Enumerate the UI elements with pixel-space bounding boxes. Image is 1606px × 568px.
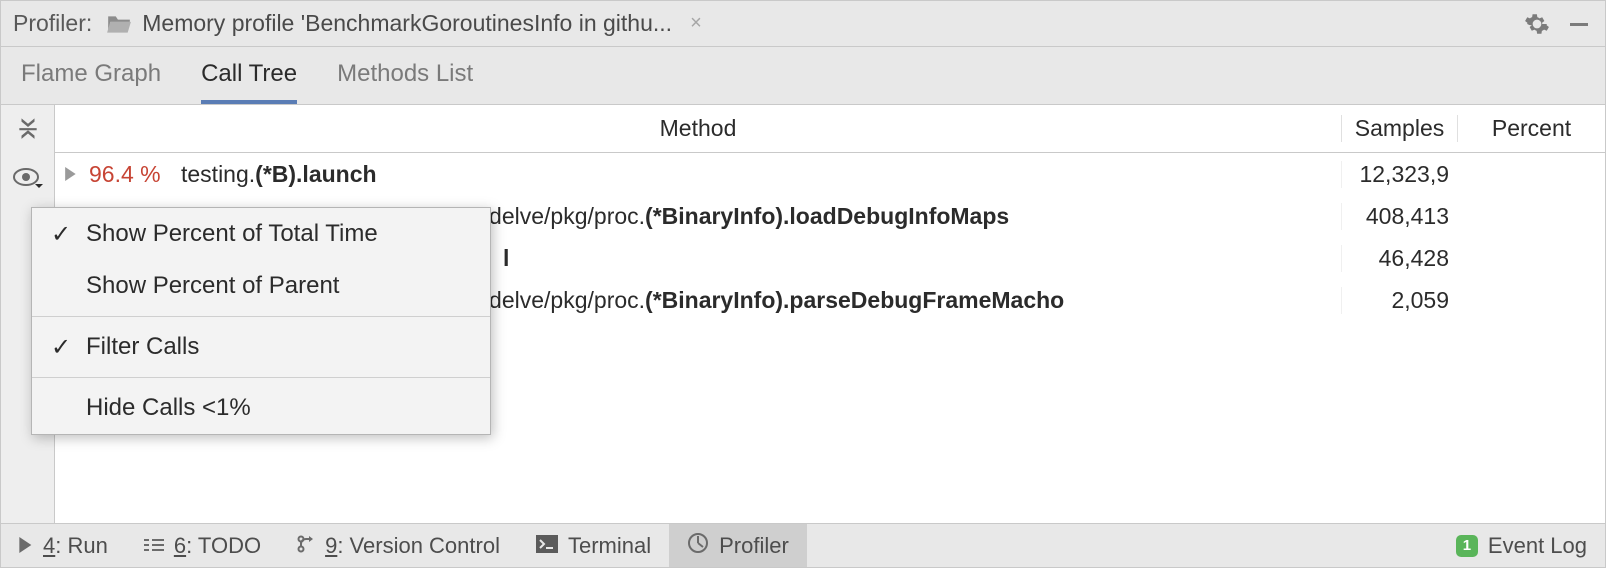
col-percent[interactable]: Percent	[1457, 115, 1605, 142]
check-icon: ✓	[50, 220, 72, 249]
call-tree-table: Method Samples Percent 96.4 % testing.(*…	[55, 105, 1605, 523]
profile-tab-label: Memory profile 'BenchmarkGoroutinesInfo …	[142, 10, 672, 37]
tool-vcs[interactable]: 9: Version Control	[279, 524, 518, 567]
col-samples[interactable]: Samples	[1341, 115, 1457, 142]
expand-icon[interactable]	[61, 164, 81, 184]
menu-show-percent-parent[interactable]: Show Percent of Parent	[32, 260, 490, 312]
samples-value: 46,428	[1341, 245, 1457, 272]
menu-show-percent-total[interactable]: ✓ Show Percent of Total Time	[32, 208, 490, 260]
collapse-all-icon[interactable]	[10, 111, 46, 143]
profiler-panel: Profiler: Memory profile 'BenchmarkGorou…	[0, 0, 1606, 568]
tool-event-log[interactable]: 1 Event Log	[1438, 524, 1605, 567]
method-name: testing.(*B).launch	[181, 161, 377, 188]
minimize-icon[interactable]	[1565, 10, 1593, 38]
tool-terminal[interactable]: Terminal	[518, 524, 669, 567]
todo-icon	[144, 533, 164, 559]
menu-separator	[32, 377, 490, 378]
menu-item-label: Show Percent of Parent	[86, 272, 339, 300]
menu-filter-calls[interactable]: ✓ Filter Calls	[32, 321, 490, 373]
view-options-popup: ✓ Show Percent of Total Time Show Percen…	[31, 207, 491, 435]
view-options-icon[interactable]	[10, 161, 46, 193]
play-icon	[19, 533, 33, 559]
close-icon[interactable]: ×	[690, 12, 702, 35]
tool-label: Profiler	[719, 533, 789, 559]
tool-label: 6: TODO	[174, 533, 261, 559]
tool-label: 9: Version Control	[325, 533, 500, 559]
menu-separator	[32, 316, 490, 317]
tool-todo[interactable]: 6: TODO	[126, 524, 279, 567]
tool-label: 4: Run	[43, 533, 108, 559]
terminal-icon	[536, 533, 558, 559]
profile-tab[interactable]: Memory profile 'BenchmarkGoroutinesInfo …	[106, 10, 702, 37]
content-area: Method Samples Percent 96.4 % testing.(*…	[1, 105, 1605, 523]
tool-label: Event Log	[1488, 533, 1587, 559]
percent-value: 96.4 %	[89, 161, 165, 188]
table-body: 96.4 % testing.(*B).launch 12,323,9 r/de…	[55, 153, 1605, 523]
panel-title: Profiler:	[13, 10, 92, 37]
tool-run[interactable]: 4: Run	[1, 524, 126, 567]
tool-profiler[interactable]: Profiler	[669, 524, 807, 567]
tool-label: Terminal	[568, 533, 651, 559]
col-method[interactable]: Method	[55, 115, 1341, 142]
table-header: Method Samples Percent	[55, 105, 1605, 153]
check-icon: ✓	[50, 333, 72, 362]
menu-item-label: Filter Calls	[86, 333, 199, 361]
status-bar: 4: Run 6: TODO 9: Version Control Termin…	[1, 523, 1605, 567]
samples-value: 12,323,9	[1341, 161, 1457, 188]
method-name: r/delve/pkg/proc.(*BinaryInfo).loadDebug…	[475, 203, 1009, 230]
notification-badge-icon: 1	[1456, 535, 1478, 557]
gear-icon[interactable]	[1523, 10, 1551, 38]
samples-value: 2,059	[1341, 287, 1457, 314]
profiler-icon	[687, 532, 709, 560]
tab-methods-list[interactable]: Methods List	[337, 60, 473, 104]
branch-icon	[297, 533, 315, 559]
tab-call-tree[interactable]: Call Tree	[201, 60, 297, 104]
samples-value: 408,413	[1341, 203, 1457, 230]
profiler-header: Profiler: Memory profile 'BenchmarkGorou…	[1, 1, 1605, 47]
method-name: l	[503, 245, 509, 272]
tab-flame-graph[interactable]: Flame Graph	[21, 60, 161, 104]
menu-item-label: Show Percent of Total Time	[86, 220, 378, 248]
folder-open-icon	[106, 13, 132, 35]
profiler-tabs: Flame Graph Call Tree Methods List	[1, 47, 1605, 105]
menu-item-label: Hide Calls <1%	[86, 394, 251, 422]
menu-hide-calls-1pct[interactable]: Hide Calls <1%	[32, 382, 490, 434]
method-name: r/delve/pkg/proc.(*BinaryInfo).parseDebu…	[475, 287, 1064, 314]
table-row[interactable]: 96.4 % testing.(*B).launch 12,323,9	[55, 153, 1605, 195]
